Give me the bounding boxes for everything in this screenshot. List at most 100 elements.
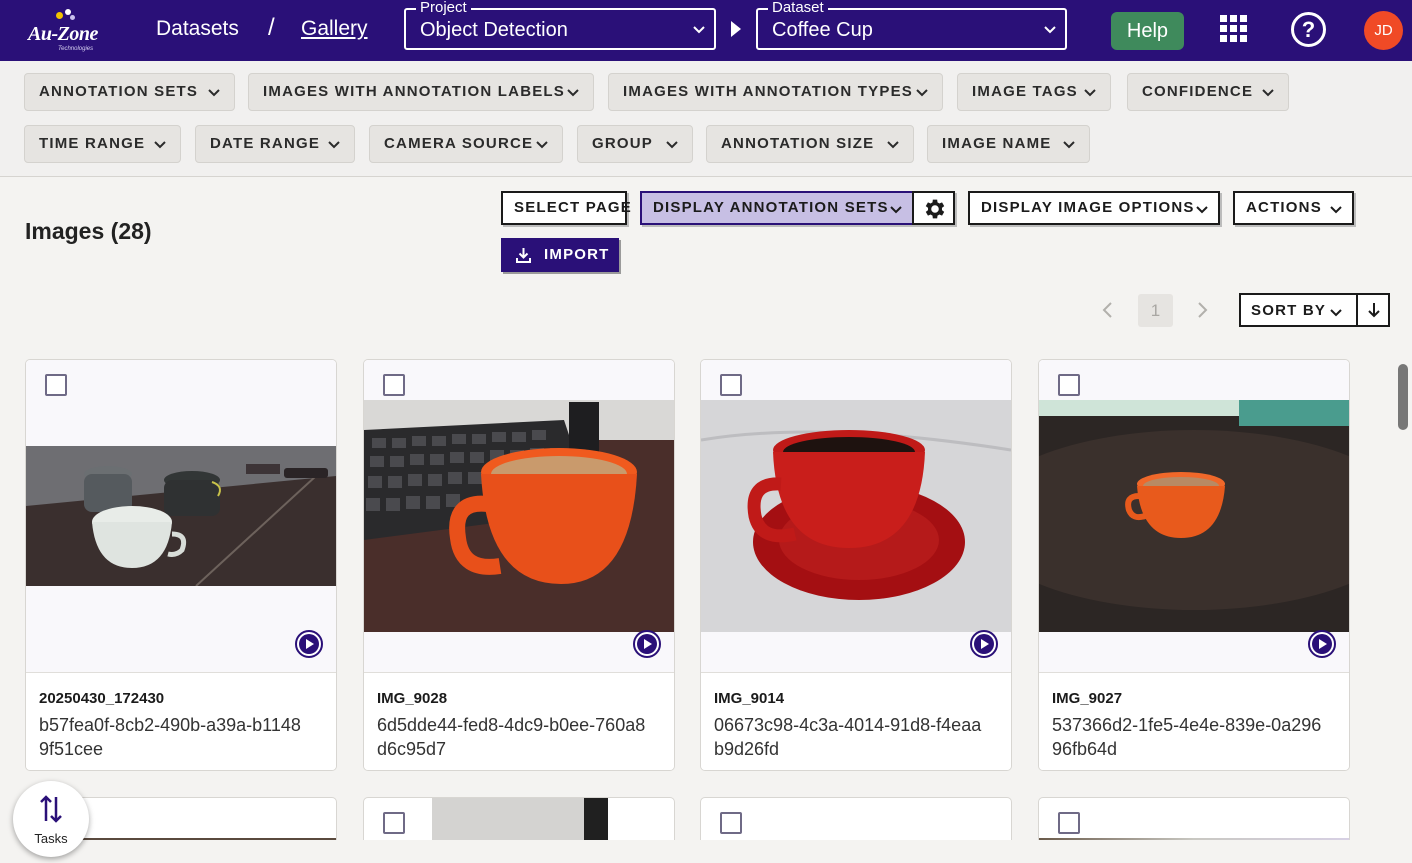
chevron-right-icon[interactable] [1194, 301, 1210, 319]
filter-image-name[interactable]: IMAGE NAME [927, 125, 1090, 163]
page-number-current[interactable]: 1 [1138, 294, 1173, 327]
filter-confidence[interactable]: CONFIDENCE [1127, 73, 1289, 111]
image-card[interactable]: IMG_9027 537366d2-1fe5-4e4e-839e-0a29696… [1038, 359, 1350, 771]
image-uid: 06673c98-4c3a-4014-91d8-f4eaab9d26fd [714, 715, 982, 759]
bottom-strip [0, 840, 1412, 863]
button-label: SELECT PAGE [514, 199, 632, 216]
page-scrollbar[interactable] [1398, 364, 1408, 430]
chevron-down-icon [154, 141, 166, 149]
filter-label: IMAGES WITH ANNOTATION TYPES [623, 83, 913, 100]
chevron-left-icon[interactable] [1100, 301, 1116, 319]
help-question-icon[interactable]: ? [1291, 12, 1326, 47]
image-card[interactable]: IMG_9028 6d5dde44-fed8-4dc9-b0ee-760a8d6… [363, 359, 675, 771]
card-select-checkbox[interactable] [1058, 374, 1080, 396]
gear-icon [925, 199, 945, 219]
filter-annotation-size[interactable]: ANNOTATION SIZE [706, 125, 914, 163]
project-select[interactable]: Project Object Detection [404, 0, 716, 50]
chevron-down-icon [208, 89, 220, 97]
card-select-checkbox[interactable] [383, 812, 405, 834]
filter-annotation-sets[interactable]: ANNOTATION SETS [24, 73, 235, 111]
button-label: ACTIONS [1246, 199, 1322, 216]
top-navigation-bar: Au-Zone Technologies Datasets / Gallery … [0, 0, 1412, 61]
card-select-checkbox[interactable] [720, 374, 742, 396]
filter-label: DATE RANGE [210, 135, 321, 152]
filter-time-range[interactable]: TIME RANGE [24, 125, 181, 163]
card-select-checkbox[interactable] [1058, 812, 1080, 834]
card-select-checkbox[interactable] [383, 374, 405, 396]
card-preview[interactable] [364, 360, 674, 672]
filter-label: IMAGES WITH ANNOTATION LABELS [263, 83, 566, 100]
chevron-down-icon [536, 141, 548, 149]
import-button[interactable]: IMPORT [501, 238, 619, 272]
chevron-down-icon [1084, 89, 1096, 97]
chevron-down-icon [887, 141, 899, 149]
sort-by-label[interactable]: SORT BY [1251, 302, 1326, 319]
user-avatar[interactable]: JD [1364, 11, 1403, 50]
image-uid: 6d5dde44-fed8-4dc9-b0ee-760a8d6c95d7 [377, 715, 646, 759]
filter-label: IMAGE NAME [942, 135, 1052, 152]
card-select-checkbox[interactable] [720, 812, 742, 834]
select-page-button[interactable]: SELECT PAGE [501, 191, 631, 225]
filter-label: CAMERA SOURCE [384, 135, 534, 152]
help-button[interactable]: Help [1111, 12, 1184, 50]
card-meta: IMG_9014 06673c98-4c3a-4014-91d8-f4eaab9… [701, 672, 1011, 770]
chevron-down-icon [1196, 206, 1208, 214]
play-icon[interactable] [295, 630, 323, 658]
image-name: IMG_9027 [1052, 690, 1123, 707]
tasks-button[interactable]: Tasks [13, 781, 89, 857]
breadcrumb-gallery[interactable]: Gallery [301, 17, 368, 41]
images-count-title: Images (28) [25, 218, 152, 244]
logo-subtitle: Technologies [58, 46, 94, 52]
image-card[interactable]: IMG_9014 06673c98-4c3a-4014-91d8-f4eaab9… [700, 359, 1012, 771]
thumbnail-mugs-desk[interactable] [26, 446, 336, 586]
card-preview[interactable] [26, 360, 336, 672]
annotation-settings-button[interactable] [912, 191, 955, 225]
button-label: IMPORT [544, 246, 610, 263]
apps-grid-icon[interactable] [1220, 15, 1248, 43]
sort-by-control[interactable]: SORT BY [1239, 293, 1390, 327]
image-name: 20250430_172430 [39, 690, 165, 707]
dataset-select[interactable]: Dataset Coffee Cup [756, 0, 1067, 50]
chevron-down-icon [567, 89, 579, 97]
button-label: DISPLAY IMAGE OPTIONS [981, 199, 1195, 216]
filter-images-with-annotation-labels[interactable]: IMAGES WITH ANNOTATION LABELS [248, 73, 594, 111]
play-icon[interactable] [633, 630, 661, 658]
card-preview[interactable] [701, 360, 1011, 672]
filter-label: TIME RANGE [39, 135, 146, 152]
logo-wordmark: Au-Zone [28, 23, 98, 45]
breadcrumb-datasets[interactable]: Datasets [156, 17, 239, 41]
display-image-options-button[interactable]: DISPLAY IMAGE OPTIONS [968, 191, 1220, 225]
card-meta: IMG_9028 6d5dde44-fed8-4dc9-b0ee-760a8d6… [364, 672, 674, 770]
filter-group[interactable]: GROUP [577, 125, 693, 163]
image-uid: b57fea0f-8cb2-490b-a39a-b11489f51cee [39, 715, 301, 759]
filter-label: IMAGE TAGS [972, 83, 1078, 100]
filter-image-tags[interactable]: IMAGE TAGS [957, 73, 1111, 111]
card-meta: IMG_9027 537366d2-1fe5-4e4e-839e-0a29696… [1039, 672, 1349, 770]
filter-date-range[interactable]: DATE RANGE [195, 125, 355, 163]
dataset-select-value: Coffee Cup [772, 19, 873, 41]
play-icon[interactable] [1308, 630, 1336, 658]
image-card[interactable]: 20250430_172430 b57fea0f-8cb2-490b-a39a-… [25, 359, 337, 771]
filter-label: CONFIDENCE [1142, 83, 1254, 100]
thumbnail-small-orange-cup[interactable] [1039, 400, 1349, 632]
thumbnail-red-cup-saucer[interactable] [701, 400, 1011, 632]
chevron-down-icon [1044, 26, 1056, 34]
breadcrumb-separator: / [268, 14, 275, 41]
play-icon[interactable] [970, 630, 998, 658]
filter-images-with-annotation-types[interactable]: IMAGES WITH ANNOTATION TYPES [608, 73, 943, 111]
display-annotation-sets-button[interactable]: DISPLAY ANNOTATION SETS [640, 191, 914, 225]
thumbnail-orange-cup-keyboard[interactable] [364, 400, 674, 632]
tasks-label: Tasks [34, 831, 68, 846]
chevron-down-icon [890, 206, 902, 214]
sort-arrows-icon [40, 795, 62, 823]
card-preview[interactable] [1039, 360, 1349, 672]
au-zone-logo[interactable]: Au-Zone Technologies [26, 8, 106, 54]
filter-camera-source[interactable]: CAMERA SOURCE [369, 125, 563, 163]
actions-button[interactable]: ACTIONS [1233, 191, 1354, 225]
filter-bar: ANNOTATION SETS IMAGES WITH ANNOTATION L… [0, 61, 1412, 177]
chevron-down-icon [328, 141, 340, 149]
project-select-value: Object Detection [420, 19, 568, 41]
card-select-checkbox[interactable] [45, 374, 67, 396]
filter-label: ANNOTATION SETS [39, 83, 199, 100]
arrow-down-icon[interactable] [1365, 301, 1383, 319]
